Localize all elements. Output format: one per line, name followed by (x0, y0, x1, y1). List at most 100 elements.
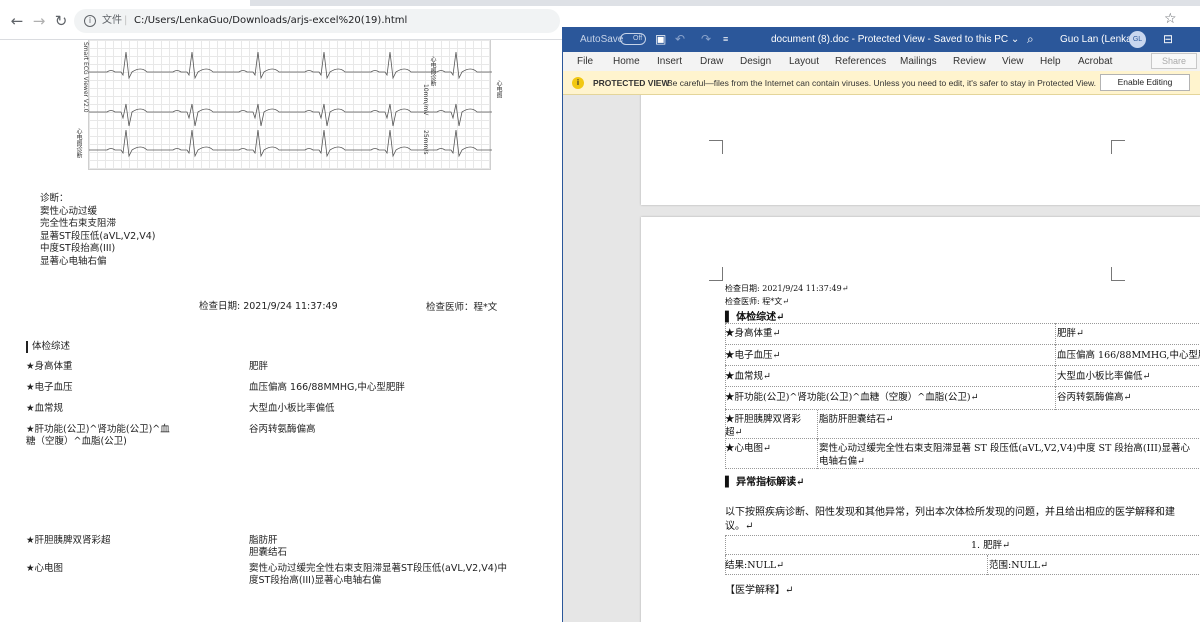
tab-references[interactable]: References (835, 56, 886, 67)
table-cell-value: 肥胖↵ (1057, 328, 1084, 339)
row-value: 脂肪肝 胆囊结石 (249, 535, 288, 558)
row-value: 谷丙转氨酶偏高 (249, 424, 316, 435)
bookmark-star-icon[interactable]: ☆ (1164, 11, 1177, 27)
html-report-page: Smart ECG Viewer V2.0 心电图诊断 心电图诊断 10mm/m… (0, 40, 562, 622)
table-cell-value: 谷丙转氨酶偏高↵ (1057, 392, 1132, 403)
row-name: ★肝功能(公卫)^肾功能(公卫)^血糖（空腹）^血脂(公卫) (26, 424, 170, 447)
redo-icon[interactable]: ↷ (701, 32, 711, 46)
user-name[interactable]: Guo Lan (Lenka) (1060, 34, 1135, 45)
doc-intro-line1: 以下按照疾病诊断、阳性发现和其他异常，列出本次体检所发现的问题，并且给出相应的医… (725, 507, 1175, 518)
enable-editing-button[interactable]: Enable Editing (1100, 74, 1190, 91)
row-name: ★电子血压 (26, 382, 73, 393)
page-corner-mark (709, 140, 723, 154)
doc-section2-title: ▌ 异常指标解读↵ (725, 477, 805, 488)
diagnosis-line: 显著心电轴右偏 (40, 255, 107, 267)
undo-icon[interactable]: ↶ (675, 32, 685, 46)
autosave-toggle[interactable]: Off (620, 33, 646, 45)
tab-home[interactable]: Home (613, 56, 640, 67)
ecg-lead-trace (89, 129, 492, 158)
item-range: 范围:NULL↵ (989, 560, 1049, 571)
page-corner-mark (1111, 140, 1125, 154)
diagnosis-title: 诊断： (40, 193, 69, 204)
table-cell-value: 脂肪肝胆囊结石↵ (819, 414, 894, 425)
table-cell-name: ★心电图↵ (725, 443, 771, 454)
diagnosis-line: 显著ST段压低(aVL,V2,V4) (40, 230, 156, 242)
reload-icon[interactable]: ↻ (52, 12, 70, 30)
table-row: ★肝胆胰脾双肾彩 超↵ 脂肪肝胆囊结石↵ (725, 410, 1200, 439)
doc-item-table: 1. 肥胖↵ 结果:NULL↵ 范围:NULL↵ (725, 535, 1200, 575)
table-cell-value: 血压偏高 166/88MMHG,中心型肥胖↵ (1057, 350, 1200, 361)
active-tab[interactable] (0, 0, 250, 6)
table-cell-name: 超↵ (725, 427, 743, 438)
table-row: ★血常规↵ 大型血小板比率偏低↵ (725, 366, 1200, 387)
diagnosis-block: 诊断： 窦性心动过缓 完全性右束支阻滞 显著ST段压低(aVL,V2,V4) 中… (40, 193, 156, 268)
tab-view[interactable]: View (1002, 56, 1024, 67)
tab-help[interactable]: Help (1040, 56, 1061, 67)
doc-check-date: 检查日期: 2021/9/24 11:37:49↵ (725, 284, 849, 293)
url-text[interactable]: C:/Users/LenkaGuo/Downloads/arjs-excel%2… (134, 9, 407, 33)
page-corner-mark (709, 267, 723, 281)
save-icon[interactable]: ▣ (655, 32, 666, 46)
row-name: ★血常规 (26, 403, 64, 414)
tab-review[interactable]: Review (953, 56, 986, 67)
row-name: ★肝胆胰脾双肾彩超 (26, 535, 111, 546)
ecg-label-left-top: Smart ECG Viewer V2.0 (82, 42, 89, 113)
table-cell-name: ★身高体重↵ (725, 328, 781, 339)
row-name: ★身高体重 (26, 361, 73, 372)
check-date: 检查日期: 2021/9/24 11:37:49 (199, 301, 338, 312)
document-title: document (8).doc - Protected View - Save… (771, 34, 1020, 45)
tab-strip[interactable] (0, 0, 1200, 6)
tab-layout[interactable]: Layout (789, 56, 819, 67)
row-value: 窦性心动过缓完全性右束支阻滞显著ST段压低(aVL,V2,V4)中度ST段抬高(… (249, 563, 507, 586)
protected-view-message: Be careful—files from the Internet can c… (667, 78, 1097, 88)
table-row: ★肝功能(公卫)^肾功能(公卫)^血糖（空腹）^血脂(公卫)↵ 谷丙转氨酶偏高↵ (725, 387, 1200, 410)
protected-view-title: PROTECTED VIEW (593, 78, 670, 88)
row-name: ★心电图 (26, 563, 64, 574)
autosave-label: AutoSave (580, 34, 624, 45)
page-previous (641, 95, 1200, 205)
avatar[interactable]: GL (1129, 31, 1146, 48)
ecg-lead-trace (89, 103, 492, 127)
tab-acrobat[interactable]: Acrobat (1078, 56, 1112, 67)
protected-view-bar: i PROTECTED VIEW Be careful—files from t… (563, 71, 1200, 95)
diagnosis-line: 中度ST段抬高(III) (40, 243, 116, 254)
ribbon-display-icon[interactable]: ⊟ (1163, 32, 1173, 46)
table-cell-name: ★肝胆胰脾双肾彩 (725, 414, 802, 425)
address-bar[interactable]: i 文件 | C:/Users/LenkaGuo/Downloads/arjs-… (74, 9, 560, 33)
document-canvas[interactable]: 检查日期: 2021/9/24 11:37:49↵ 检查医师: 程*文↵ ▌ 体… (563, 95, 1200, 622)
doc-medical-explanation: 【医学解释】↵ (725, 585, 794, 596)
page-corner-mark (1111, 267, 1125, 281)
tab-file[interactable]: File (577, 56, 593, 67)
tab-mailings[interactable]: Mailings (900, 56, 937, 67)
diagnosis-line: 完全性右束支阻滞 (40, 218, 117, 229)
ecg-label-right-top: 心电图诊断 (429, 56, 436, 86)
ecg-label-right-mid1: 10mm/mV (422, 84, 429, 116)
screen: ← → ↻ i 文件 | C:/Users/LenkaGuo/Downloads… (0, 0, 1200, 622)
ecg-label-far-right: 心电图 (495, 80, 502, 98)
warning-shield-icon: i (572, 77, 584, 89)
word-window: AutoSave Off ▣ ↶ ↷ ≡ document (8).doc - … (562, 27, 1200, 622)
table-row: ★电子血压↵ 血压偏高 166/88MMHG,中心型肥胖↵ (725, 345, 1200, 366)
site-label: 文件 (102, 15, 122, 26)
separator: | (124, 15, 128, 26)
section-title: 体检综述 (26, 341, 70, 353)
item-result: 结果:NULL↵ (725, 560, 785, 571)
info-icon[interactable]: i (84, 15, 96, 27)
search-icon[interactable]: ⌕ (1027, 32, 1034, 47)
table-cell-value: 大型血小板比率偏低↵ (1057, 371, 1151, 382)
doc-summary-table: ★身高体重↵ 肥胖↵ ★电子血压↵ 血压偏高 166/88MMHG,中心型肥胖↵… (725, 323, 1200, 483)
table-row: ★身高体重↵ 肥胖↵ (725, 323, 1200, 345)
back-icon[interactable]: ← (8, 12, 26, 30)
doc-intro-line2: 议。↵ (725, 521, 754, 532)
row-value: 血压偏高 166/88MMHG,中心型肥胖 (249, 382, 405, 393)
page-current: 检查日期: 2021/9/24 11:37:49↵ 检查医师: 程*文↵ ▌ 体… (641, 217, 1200, 622)
tab-insert[interactable]: Insert (657, 56, 682, 67)
forward-icon[interactable]: → (30, 12, 48, 30)
share-button[interactable]: Share (1151, 53, 1197, 69)
tab-draw[interactable]: Draw (700, 56, 723, 67)
table-cell-value: 电轴右偏↵ (819, 456, 865, 467)
customize-icon[interactable]: ≡ (723, 34, 728, 44)
tab-design[interactable]: Design (740, 56, 771, 67)
ribbon-tabs: File Home Insert Draw Design Layout Refe… (563, 52, 1200, 71)
check-doctor: 检查医师：程*文 (426, 302, 498, 313)
